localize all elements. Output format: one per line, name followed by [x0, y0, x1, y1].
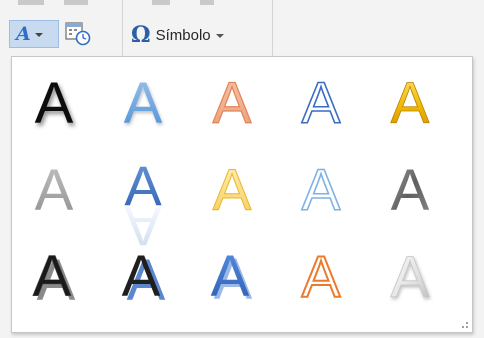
svg-text:A: A [124, 71, 163, 136]
date-time-button[interactable] [64, 21, 94, 49]
wordart-style-2[interactable]: A [101, 61, 185, 143]
svg-text:A: A [391, 71, 430, 136]
wordart-style-3-icon: A [212, 70, 252, 136]
chevron-down-icon [34, 33, 43, 37]
wordart-style-10-icon: A [391, 158, 430, 223]
wordart-style-11[interactable]: A A [12, 235, 96, 317]
svg-text:A: A [302, 158, 341, 223]
svg-text:A: A [33, 244, 72, 309]
svg-text:A: A [213, 71, 252, 136]
wordart-style-15-icon: A [390, 245, 430, 311]
svg-text:A: A [35, 158, 74, 223]
omega-icon: Ω [131, 22, 151, 48]
ribbon-separator [122, 0, 123, 56]
chevron-down-icon [215, 34, 224, 38]
wordart-style-8[interactable]: A [190, 148, 274, 230]
wordart-style-15[interactable]: A [368, 235, 452, 317]
svg-text:A: A [391, 245, 430, 310]
wordart-style-2-icon: A [124, 71, 163, 136]
wordart-style-8-icon: A [212, 158, 252, 224]
wordart-icon: A [16, 22, 31, 45]
svg-text:A: A [211, 244, 250, 309]
wordart-style-11-icon: A A [32, 244, 75, 313]
resize-grip-icon[interactable] [458, 318, 468, 328]
wordart-style-10[interactable]: A [368, 148, 452, 230]
wordart-style-5[interactable]: A [368, 61, 452, 143]
ribbon-separator [272, 0, 273, 56]
wordart-style-13-icon: A A [211, 244, 253, 312]
wordart-style-9[interactable]: A [279, 148, 363, 230]
symbol-button[interactable]: Ω Símbolo [131, 22, 224, 48]
wordart-style-1-icon: A [35, 71, 74, 136]
wordart-style-6[interactable]: A [12, 148, 96, 230]
symbol-label: Símbolo [155, 26, 211, 44]
wordart-style-12-icon: A A [122, 244, 166, 313]
svg-text:A: A [122, 244, 161, 309]
wordart-style-13[interactable]: A A [190, 235, 274, 317]
wordart-style-3[interactable]: A [190, 61, 274, 143]
wordart-gallery: A A A A A A A A A A A A A A A A A A A [11, 56, 473, 333]
wordart-style-4[interactable]: A [279, 61, 363, 143]
wordart-style-14-icon: A [301, 244, 342, 311]
wordart-style-7[interactable]: A A [101, 148, 185, 258]
wordart-style-9-icon: A [301, 157, 342, 224]
wordart-style-6-icon: A [35, 158, 74, 223]
svg-text:A: A [35, 71, 74, 136]
ribbon-top-cutoff [0, 0, 484, 10]
svg-text:A: A [213, 158, 252, 223]
date-time-icon [65, 22, 91, 46]
wordart-style-7-icon: A A [124, 154, 162, 258]
wordart-style-14[interactable]: A [279, 235, 363, 317]
svg-text:A: A [302, 71, 341, 136]
wordart-style-12[interactable]: A A [101, 235, 185, 317]
ribbon: A Ω Símbolo [0, 0, 484, 58]
svg-text:A: A [391, 158, 430, 223]
wordart-style-4-icon: A [301, 70, 342, 137]
wordart-button[interactable]: A [9, 20, 59, 48]
wordart-style-1[interactable]: A [12, 61, 96, 143]
svg-text:A: A [302, 245, 341, 310]
wordart-style-5-icon: A [390, 71, 430, 137]
